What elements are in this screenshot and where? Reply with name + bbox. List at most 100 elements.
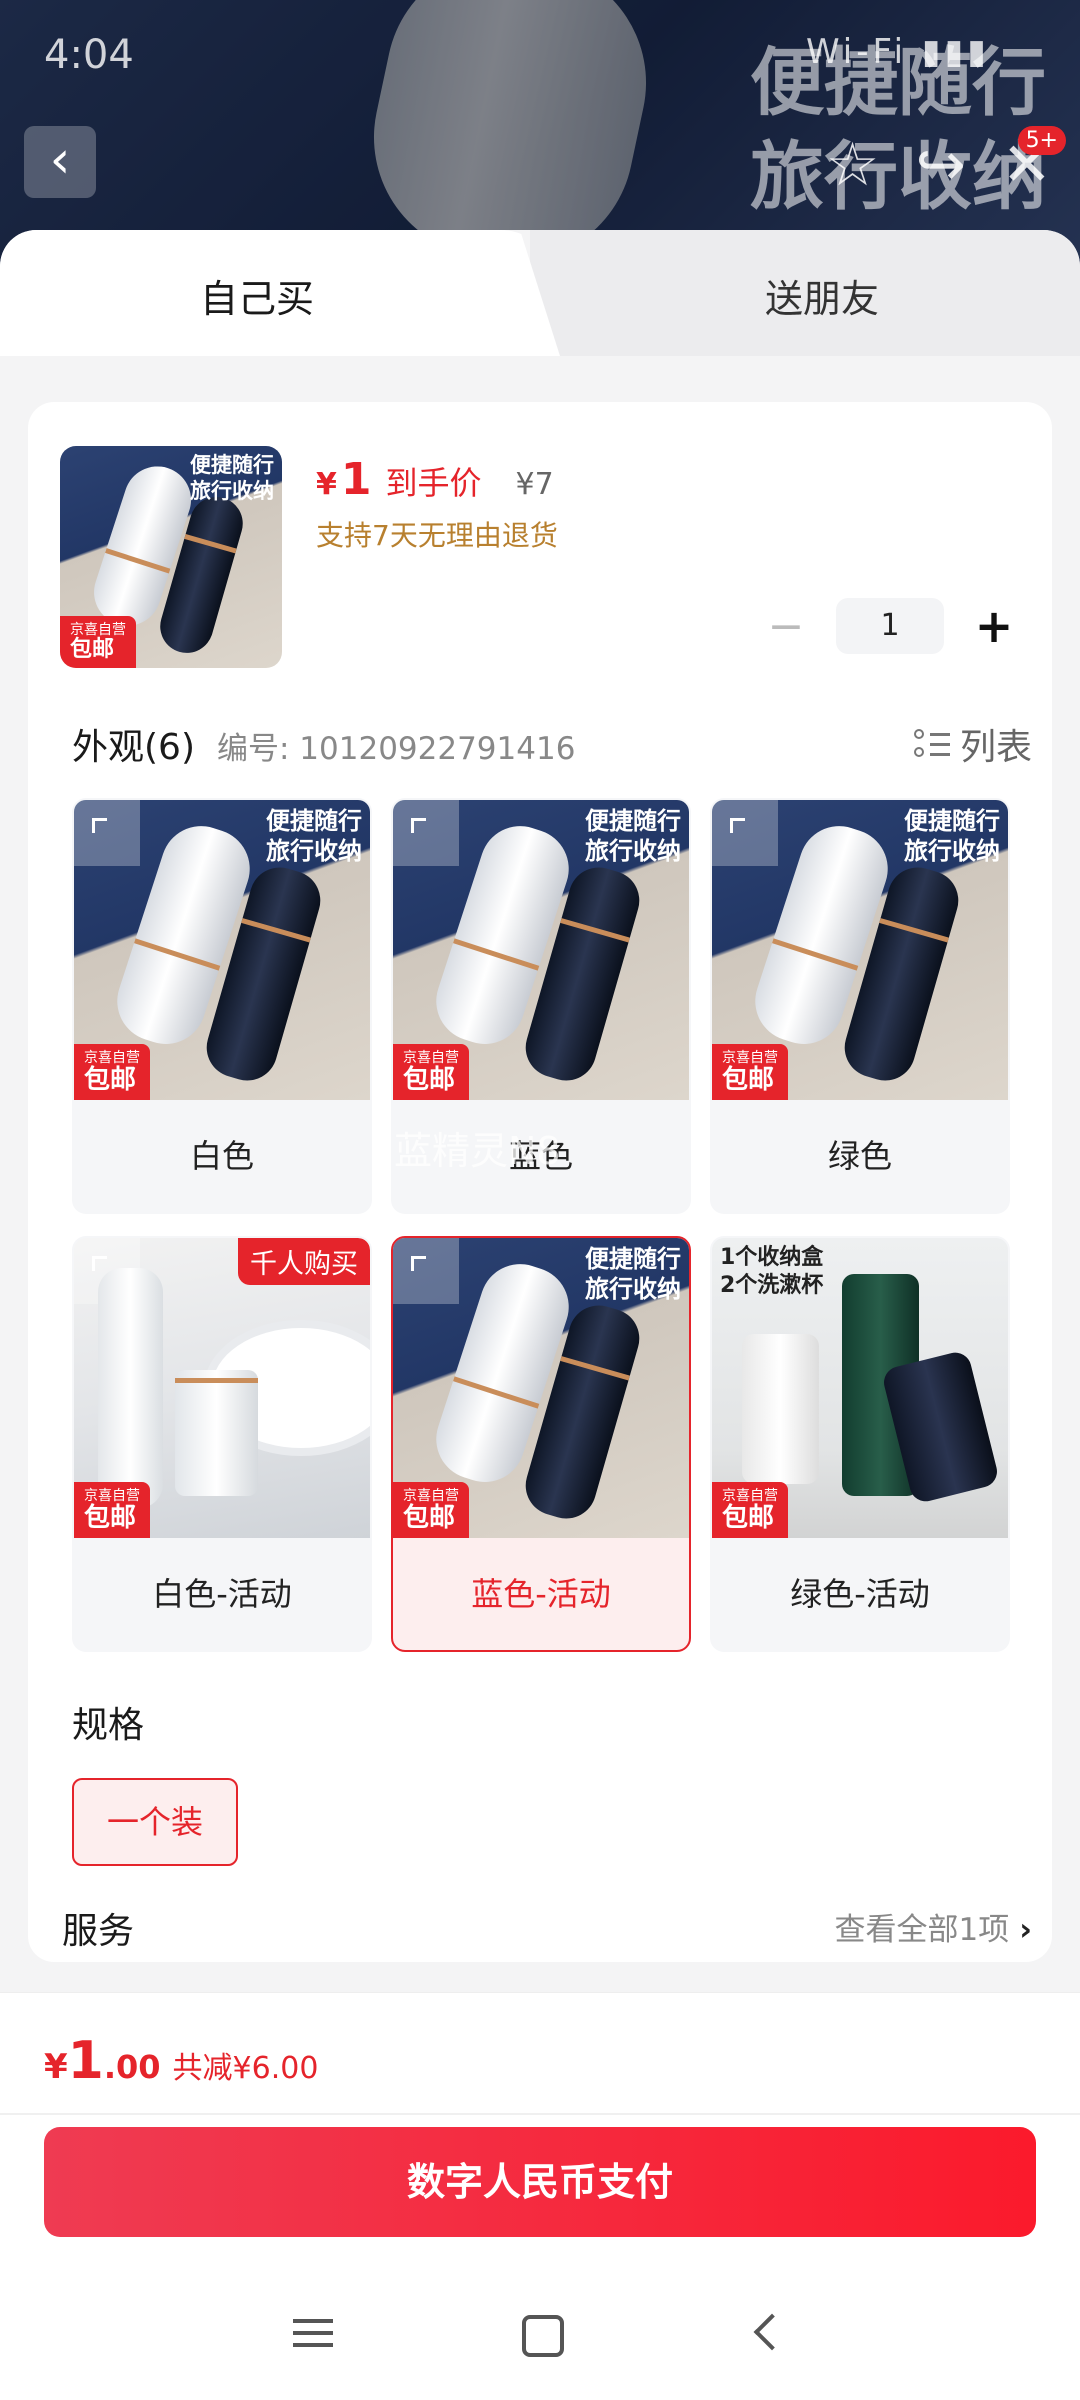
thumbnail-caption: 便捷随行 旅行收纳 [190, 453, 274, 503]
tag-small-text: 京喜自营 [403, 1050, 459, 1066]
thumbnail-image: 便捷随行 旅行收纳 京喜自营 包邮 [60, 446, 282, 668]
option-image-caption: 1个收纳盒 2个洗漱杯 [720, 1245, 824, 1298]
free-shipping-tag: 京喜自营 包邮 [60, 616, 136, 668]
tag-text: 包邮 [84, 1065, 137, 1095]
tab-self[interactable]: 自己买 [200, 268, 314, 323]
tag-text: 包邮 [403, 1503, 456, 1533]
option-label: 蓝色 [508, 1137, 573, 1175]
menu-icon[interactable] [283, 2303, 343, 2363]
tag-text: 包邮 [722, 1503, 775, 1533]
back-icon[interactable] [737, 2303, 797, 2363]
discount-total: 共减¥6.00 [172, 2051, 319, 2086]
spec-title: 规格 [72, 1705, 145, 1746]
option-image-caption: 便捷随行 旅行收纳 [904, 807, 1000, 865]
purchase-tabs: 自己买 送朋友 [0, 230, 1080, 356]
total-price: ¥ 1 .00 共减¥6.00 [44, 2031, 318, 2091]
message-badge: 5+ [1017, 126, 1066, 155]
option-image-caption: 便捷随行 旅行收纳 [266, 807, 362, 865]
tag-small-text: 京喜自营 [403, 1488, 459, 1504]
service-view-all[interactable]: 查看全部1项 › [834, 1904, 1032, 1949]
option-image: 便捷随行 旅行收纳 京喜自营 包邮 [393, 800, 689, 1100]
free-shipping-tag: 京喜自营 包邮 [74, 1044, 150, 1100]
system-nav-bar [0, 2283, 1080, 2383]
chevron-right-icon: › [1019, 1912, 1032, 1948]
service-row[interactable]: 服务 查看全部1项 › [62, 1902, 1032, 1954]
appearance-options: 便捷随行 旅行收纳 京喜自营 包邮 白色 便捷随行 旅行收纳 京喜自营 包邮 蓝色 [72, 798, 1016, 1652]
option-card[interactable]: 千人购买 京喜自营 包邮 白色-活动 [72, 1236, 372, 1652]
free-shipping-tag: 京喜自营 包邮 [393, 1482, 469, 1538]
home-icon[interactable] [510, 2303, 570, 2363]
list-toggle-label: 列表 [959, 727, 1032, 768]
tag-text: 包邮 [70, 637, 115, 662]
chevron-left-icon: ‹ [49, 130, 71, 190]
expand-icon[interactable] [712, 800, 778, 866]
free-shipping-tag: 京喜自营 包邮 [393, 1044, 469, 1100]
total-decimal: .00 [103, 2048, 161, 2086]
original-price: ¥7 [515, 467, 554, 502]
option-image: 便捷随行 旅行收纳 京喜自营 包邮 [712, 800, 1008, 1100]
tag-small-text: 京喜自营 [722, 1488, 778, 1504]
return-policy-note: 支持7天无理由退货 [316, 519, 558, 552]
service-more-label: 查看全部1项 [834, 1912, 1010, 1948]
option-image-caption: 便捷随行 旅行收纳 [585, 1245, 681, 1303]
price-line: ¥ 1 到手价 ¥7 [316, 454, 554, 505]
quantity-stepper: − 1 + [764, 598, 1016, 654]
spec-option-selected[interactable]: 一个装 [72, 1778, 238, 1866]
toothbrush-holder-graphic [174, 1370, 258, 1496]
tag-text: 包邮 [722, 1065, 775, 1095]
quantity-value[interactable]: 1 [836, 598, 944, 654]
option-image: 便捷随行 旅行收纳 京喜自营 包邮 [74, 800, 370, 1100]
option-label: 蓝色-活动 [471, 1575, 611, 1613]
option-label: 白色-活动 [152, 1575, 292, 1613]
option-image-caption: 便捷随行 旅行收纳 [585, 807, 681, 865]
tag-small-text: 京喜自营 [70, 622, 126, 638]
tab-friend[interactable]: 送朋友 [765, 268, 879, 323]
back-button[interactable]: ‹ [24, 126, 96, 198]
option-card[interactable]: 便捷随行 旅行收纳 京喜自营 包邮 白色 [72, 798, 372, 1214]
appearance-header: 外观(6) 编号: 10120922791416 列表 [72, 718, 1032, 770]
expand-icon[interactable] [74, 800, 140, 866]
option-image: 便捷随行 旅行收纳 京喜自营 包邮 [393, 1238, 689, 1538]
tag-text: 包邮 [403, 1065, 456, 1095]
product-thumbnail[interactable]: 便捷随行 旅行收纳 京喜自营 包邮 [60, 446, 282, 668]
popularity-tag: 千人购买 [238, 1238, 370, 1285]
list-icon [913, 729, 950, 759]
tag-small-text: 京喜自营 [84, 1050, 140, 1066]
status-icons: Wi‑Fi ▮▮▮ [805, 32, 990, 72]
total-int: 1 [67, 2031, 104, 2091]
expand-icon[interactable] [393, 800, 459, 866]
option-card[interactable]: 1个收纳盒 2个洗漱杯 京喜自营 包邮 绿色-活动 [710, 1236, 1010, 1652]
option-card[interactable]: 便捷随行 旅行收纳 京喜自营 包邮 绿色 [710, 798, 1010, 1214]
price-value: 1 [340, 454, 372, 505]
star-icon[interactable]: ☆ [826, 130, 880, 200]
service-title: 服务 [62, 1911, 135, 1952]
tag-small-text: 京喜自营 [84, 1488, 140, 1504]
sheet-content: 便捷随行 旅行收纳 京喜自营 包邮 ¥ 1 到手价 ¥7 支持7天无理由退货 − … [28, 402, 1052, 1962]
item-code: 编号: 10120922791416 [217, 731, 576, 767]
divider [0, 2113, 1080, 2115]
option-card-selected[interactable]: 便捷随行 旅行收纳 京喜自营 包邮 蓝色-活动 [391, 1236, 691, 1652]
white-cup-graphic [741, 1334, 819, 1484]
free-shipping-tag: 京喜自营 包邮 [712, 1044, 788, 1100]
tall-cup-graphic [97, 1268, 163, 1508]
expand-icon[interactable] [393, 1238, 459, 1304]
status-time: 4:04 [44, 32, 134, 78]
total-symbol: ¥ [44, 2047, 68, 2087]
price-symbol: ¥ [316, 467, 337, 502]
option-image: 1个收纳盒 2个洗漱杯 京喜自营 包邮 [712, 1238, 1008, 1538]
list-view-toggle[interactable]: 列表 [913, 718, 1032, 770]
option-label: 白色 [189, 1137, 254, 1175]
increase-button[interactable]: + [972, 599, 1016, 653]
option-card[interactable]: 便捷随行 旅行收纳 京喜自营 包邮 蓝色 [391, 798, 691, 1214]
option-label: 绿色 [827, 1137, 892, 1175]
decrease-button[interactable]: − [764, 601, 808, 652]
free-shipping-tag: 京喜自营 包邮 [74, 1482, 150, 1538]
tag-text: 包邮 [84, 1503, 137, 1533]
appearance-title: 外观(6) [72, 727, 195, 768]
share-icon[interactable]: ↪ [915, 130, 965, 200]
pay-button[interactable]: 数字人民币支付 [44, 2127, 1036, 2237]
checkout-bar: ¥ 1 .00 共减¥6.00 数字人民币支付 [0, 1992, 1080, 2400]
free-shipping-tag: 京喜自营 包邮 [712, 1482, 788, 1538]
price-label: 到手价 [385, 464, 482, 502]
tag-small-text: 京喜自营 [722, 1050, 778, 1066]
